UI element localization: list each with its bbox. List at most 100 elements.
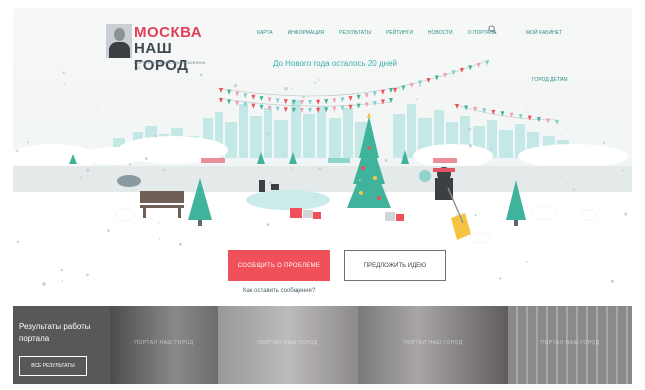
garland-flag (555, 120, 559, 125)
snowflake (468, 144, 472, 148)
garland-flag (235, 100, 240, 106)
result-photo[interactable]: ПОРТАЛ НАШ ГОРОД (508, 306, 632, 384)
garland-flag (356, 94, 361, 100)
garland-flag (372, 91, 377, 97)
all-results-button[interactable]: ВСЕ РЕЗУЛЬТАТЫ (19, 356, 87, 376)
snowflake (291, 168, 293, 170)
snowflake (144, 157, 148, 160)
snowflake (79, 176, 82, 179)
new-year-countdown: До Нового года осталось 20 дней (273, 59, 397, 68)
garland-flag (251, 103, 256, 109)
garland-flag (476, 62, 481, 68)
snowflake (314, 81, 317, 84)
snowflake (318, 167, 322, 171)
results-strip: ПОРТАЛ НАШ ГОРОД ПОРТАЛ НАШ ГОРОД ПОРТАЛ… (13, 306, 632, 384)
garland-flag (356, 103, 361, 109)
garland-flag (219, 88, 223, 93)
suggest-idea-button[interactable]: ПРЕДЛОЖИТЬ ИДЕЮ (344, 250, 446, 281)
street-sign (328, 158, 350, 163)
snowflake (291, 88, 293, 90)
snowflake (398, 86, 401, 89)
snowflake (284, 86, 288, 91)
results-title: Результаты работы портала (19, 322, 91, 343)
garland-flag (235, 91, 240, 97)
garland-flag (332, 98, 337, 104)
snowflake (317, 79, 320, 81)
snowflake (268, 181, 272, 184)
garland-flag (409, 82, 414, 88)
snowflake (283, 153, 287, 156)
snowflake (42, 282, 46, 286)
garland-flag (545, 118, 550, 124)
snowflake (26, 141, 29, 144)
nav-item-ratings[interactable]: РЕЙТИНГИ (386, 30, 413, 36)
garland-flag (380, 99, 385, 105)
result-photo[interactable]: ПОРТАЛ НАШ ГОРОД (218, 306, 358, 384)
garland-flag (364, 102, 369, 108)
snowflake (86, 168, 90, 172)
photo-watermark: ПОРТАЛ НАШ ГОРОД (403, 340, 463, 346)
garland-flag (251, 94, 256, 100)
ice-rink (246, 190, 330, 210)
search-icon[interactable] (488, 25, 497, 34)
garland-flag (468, 65, 473, 71)
main-nav: КАРТА ИНФОРМАЦИЯ РЕЗУЛЬТАТЫ РЕЙТИНГИ НОВ… (257, 30, 511, 36)
garland-flag (227, 99, 232, 105)
garland-flag (308, 99, 313, 105)
garland-flag (243, 93, 248, 99)
nav-item-results[interactable]: РЕЗУЛЬТАТЫ (339, 30, 371, 36)
garland-flag (275, 98, 280, 104)
snowflake (158, 238, 161, 240)
logo-subtitle: ПОРТАЛ МЭРА МОСКВЫ СОБЯНИНА С.С. (134, 60, 206, 70)
garland-flag (332, 106, 337, 112)
snowflake (63, 82, 66, 85)
garland-flag (308, 107, 313, 113)
nav-item-news[interactable]: НОВОСТИ (428, 30, 453, 36)
my-cabinet-link[interactable]: МОЙ КАБИНЕТ (526, 30, 562, 36)
snowflake (157, 221, 160, 224)
result-photo[interactable]: ПОРТАЛ НАШ ГОРОД (358, 306, 508, 384)
nav-item-info[interactable]: ИНФОРМАЦИЯ (288, 30, 325, 36)
snowflake (567, 128, 569, 130)
result-photo[interactable]: ПОРТАЛ НАШ ГОРОД (110, 306, 218, 384)
snowflake (467, 127, 472, 131)
snowflake (499, 277, 502, 280)
snowflake (61, 280, 64, 282)
snowflake (97, 105, 99, 107)
kids-city-link[interactable]: ГОРОД ДЕТЯМ (532, 77, 568, 83)
photo-watermark: ПОРТАЛ НАШ ГОРОД (134, 340, 194, 346)
report-problem-button[interactable]: СООБЩИТЬ О ПРОБЛЕМЕ (228, 250, 330, 281)
snowflake (16, 149, 19, 152)
garland-flag (401, 85, 406, 91)
snowflake (265, 131, 269, 135)
snowflake (610, 279, 614, 283)
snowflake (86, 273, 89, 277)
results-panel: Результаты работы портала ВСЕ РЕЗУЛЬТАТЫ (13, 306, 110, 384)
snowflake (178, 242, 182, 246)
snowflake (603, 141, 606, 144)
garland-flag (340, 97, 345, 103)
garland-flag (485, 60, 489, 66)
snowflake (474, 214, 477, 217)
snowflake (384, 159, 388, 162)
garland-flag (527, 115, 532, 121)
snowflake (128, 163, 132, 166)
christmas-tree (347, 112, 391, 208)
nav-item-map[interactable]: КАРТА (257, 30, 273, 36)
logo[interactable]: МОСКВА НАШ ГОРОД ПОРТАЛ МЭРА МОСКВЫ СОБЯ… (106, 24, 226, 74)
snowflake (17, 240, 20, 243)
garland-flag (283, 99, 288, 105)
garland-flag (455, 104, 459, 109)
how-to-message-link[interactable]: Как оставить сообщение? (243, 288, 315, 294)
snowflake (350, 143, 353, 145)
mayor-portrait (106, 24, 132, 58)
snowflake (62, 71, 65, 74)
snowflake (624, 212, 628, 216)
snowflake (559, 175, 562, 178)
garland-flag (389, 88, 393, 93)
garland-flag (348, 96, 353, 102)
garland-flag (283, 107, 288, 113)
snowflake (301, 95, 305, 99)
garland-flag (324, 99, 329, 105)
street-sign (433, 158, 457, 163)
